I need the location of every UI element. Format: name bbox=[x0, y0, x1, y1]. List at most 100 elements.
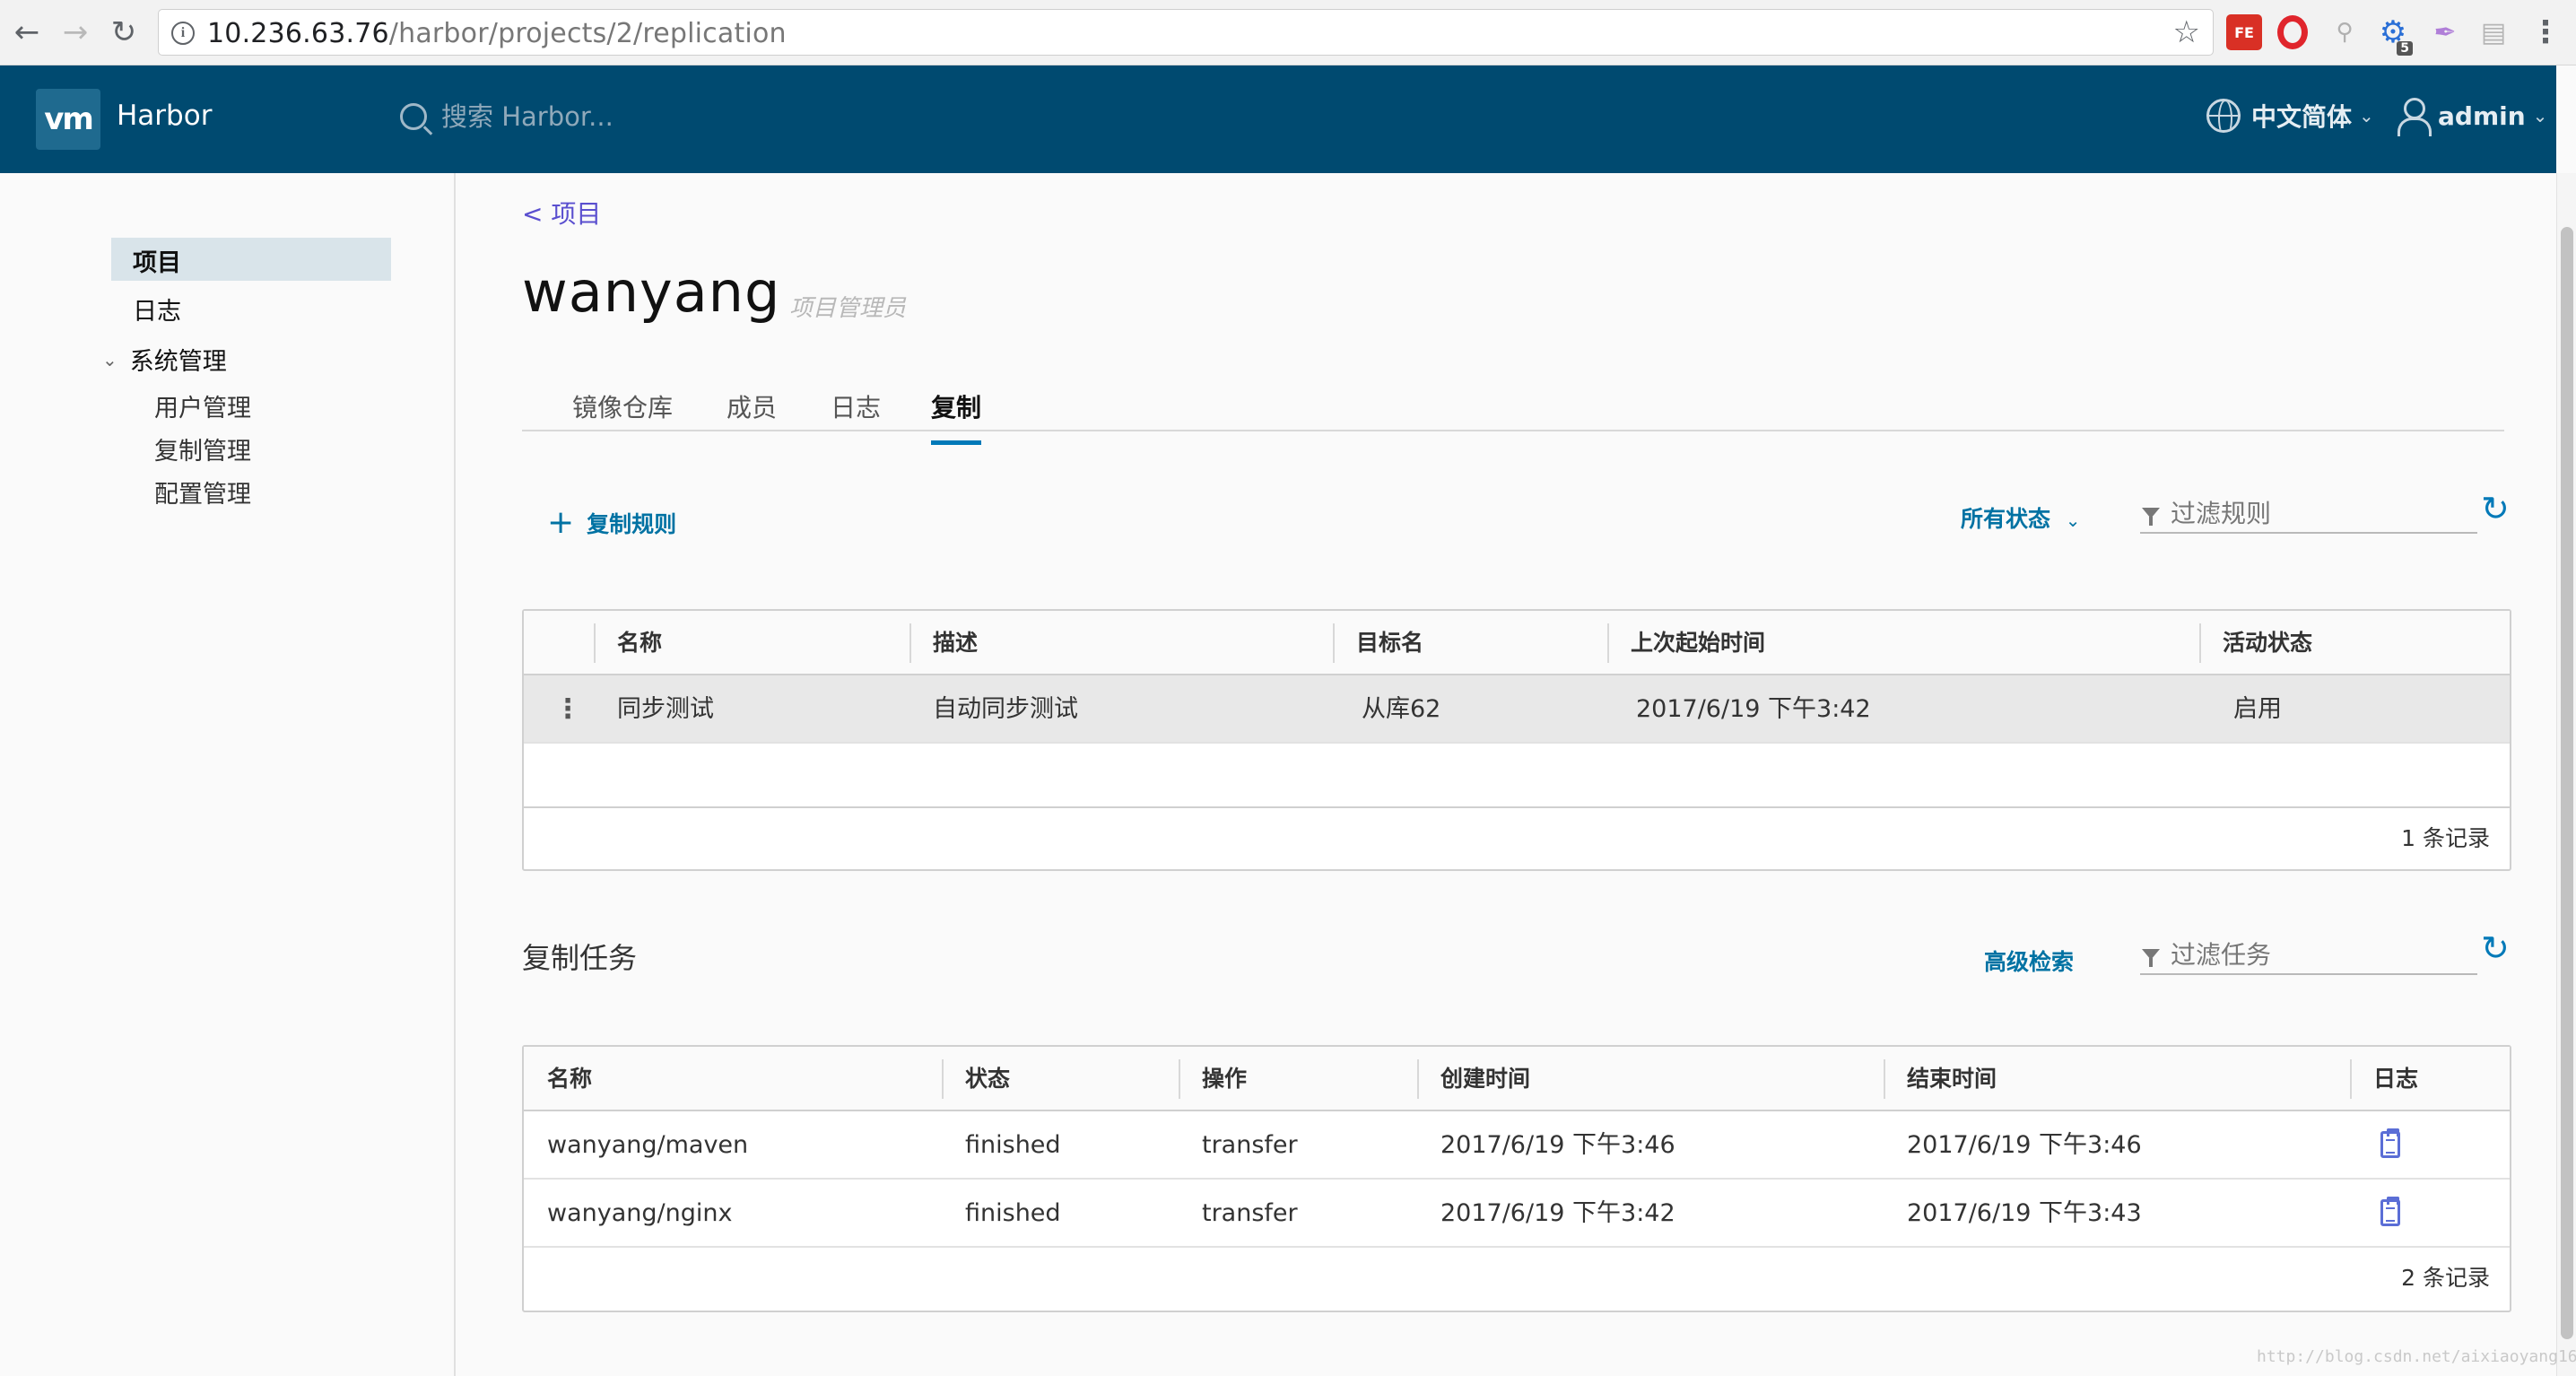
column-header-log[interactable]: 日志 bbox=[2373, 1047, 2418, 1111]
main-content: < 项目 wanyang 项目管理员 镜像仓库 成员 日志 复制 + 复制规则 … bbox=[457, 173, 2556, 1376]
search-icon bbox=[400, 103, 427, 130]
pen-extension-icon[interactable]: ✒ bbox=[2427, 14, 2463, 50]
panel-extension-icon[interactable]: ▤ bbox=[2476, 14, 2511, 50]
column-header-name[interactable]: 名称 bbox=[617, 611, 662, 675]
sidebar-item-projects[interactable]: 项目 bbox=[111, 238, 391, 281]
rule-target: 从库62 bbox=[1362, 695, 1441, 723]
browser-menu-icon[interactable]: ⋮ bbox=[2528, 14, 2563, 50]
gear-extension-icon[interactable]: ⚙ 5 bbox=[2375, 14, 2413, 56]
url-text[interactable]: 10.236.63.76/harbor/projects/2/replicati… bbox=[207, 18, 787, 49]
job-filter bbox=[2140, 936, 2477, 975]
back-arrow-icon[interactable]: ← bbox=[7, 13, 47, 52]
kebab-icon[interactable]: ⋮ bbox=[554, 675, 581, 744]
reload-icon[interactable]: ↻ bbox=[104, 13, 144, 52]
project-title: wanyang bbox=[522, 259, 781, 325]
filter-icon bbox=[2142, 949, 2160, 967]
job-end-time: 2017/6/19 下午3:43 bbox=[1907, 1199, 2142, 1227]
advanced-search-button[interactable]: 高级检索 bbox=[1984, 945, 2074, 977]
scrollbar-thumb[interactable] bbox=[2561, 227, 2573, 1339]
column-header-status[interactable]: 状态 bbox=[965, 1047, 1010, 1111]
sidebar-item-user-management[interactable]: 用户管理 bbox=[154, 388, 251, 423]
star-icon[interactable]: ☆ bbox=[2173, 14, 2200, 50]
column-header-target[interactable]: 目标名 bbox=[1356, 611, 1423, 675]
table-row[interactable]: wanyang/nginx finished transfer 2017/6/1… bbox=[524, 1180, 2510, 1248]
tab-repositories[interactable]: 镜像仓库 bbox=[572, 388, 673, 440]
column-header-status[interactable]: 活动状态 bbox=[2223, 611, 2312, 675]
forward-arrow-icon[interactable]: → bbox=[56, 13, 95, 52]
app-title[interactable]: Harbor bbox=[117, 100, 212, 132]
rule-filter bbox=[2140, 494, 2477, 534]
fe-extension-icon[interactable]: FE bbox=[2226, 14, 2262, 50]
rule-filter-input[interactable] bbox=[2171, 498, 2458, 528]
rule-last-start-time: 2017/6/19 下午3:42 bbox=[1636, 695, 1871, 723]
sidebar-item-configuration-management[interactable]: 配置管理 bbox=[154, 475, 251, 509]
replication-jobs-title: 复制任务 bbox=[522, 941, 638, 975]
job-end-time: 2017/6/19 下午3:46 bbox=[1907, 1131, 2142, 1159]
column-header-name[interactable]: 名称 bbox=[547, 1047, 592, 1111]
language-selector[interactable]: 中文简体 ⌄ bbox=[2206, 98, 2374, 134]
job-creation-time: 2017/6/19 下午3:42 bbox=[1440, 1199, 1675, 1227]
log-icon[interactable] bbox=[2380, 1197, 2400, 1226]
job-status: finished bbox=[965, 1131, 1061, 1159]
user-menu[interactable]: admin ⌄ bbox=[2397, 98, 2547, 136]
job-status: finished bbox=[965, 1199, 1061, 1227]
table-row[interactable]: wanyang/maven finished transfer 2017/6/1… bbox=[524, 1111, 2510, 1180]
column-separator bbox=[1179, 1059, 1180, 1099]
refresh-icon[interactable]: ↻ bbox=[2481, 928, 2510, 968]
refresh-icon[interactable]: ↻ bbox=[2481, 489, 2510, 528]
table-header: 名称 描述 目标名 上次起始时间 活动状态 bbox=[524, 611, 2510, 675]
global-search bbox=[400, 101, 890, 132]
project-role: 项目管理员 bbox=[789, 295, 907, 322]
add-replication-rule-button[interactable]: + 复制规则 bbox=[547, 507, 676, 539]
address-bar[interactable]: i 10.236.63.76/harbor/projects/2/replica… bbox=[158, 9, 2214, 56]
column-separator bbox=[2199, 623, 2201, 663]
info-icon[interactable]: i bbox=[171, 22, 195, 45]
job-name: wanyang/maven bbox=[547, 1131, 749, 1159]
sidebar: 项目 日志 ⌄ 系统管理 用户管理 复制管理 配置管理 bbox=[0, 173, 456, 1376]
column-separator bbox=[909, 623, 911, 663]
search-input[interactable] bbox=[441, 101, 890, 132]
chevron-down-icon: ⌄ bbox=[102, 348, 117, 370]
column-header-end-time[interactable]: 结束时间 bbox=[1907, 1047, 1997, 1111]
status-filter-dropdown[interactable]: 所有状态 ⌄ bbox=[1961, 501, 2081, 534]
vmware-logo[interactable]: vm bbox=[36, 89, 100, 150]
filter-icon bbox=[2142, 508, 2160, 526]
user-name: admin bbox=[2438, 100, 2526, 131]
opera-extension-icon[interactable] bbox=[2275, 14, 2311, 50]
tab-members[interactable]: 成员 bbox=[727, 388, 777, 440]
log-icon[interactable] bbox=[2380, 1128, 2400, 1158]
watermark: http://blog.csdn.net/aixiaoyang168 bbox=[2257, 1347, 2576, 1366]
replication-rules-table: 名称 描述 目标名 上次起始时间 活动状态 ⋮ 同步测试 自动同步测试 从库62… bbox=[522, 609, 2511, 871]
chevron-down-icon: ⌄ bbox=[2359, 105, 2374, 126]
page-scrollbar[interactable] bbox=[2556, 173, 2576, 1376]
sidebar-item-logs[interactable]: 日志 bbox=[133, 292, 181, 327]
extension-badge: 5 bbox=[2397, 41, 2413, 56]
globe-icon bbox=[2206, 99, 2241, 133]
sidebar-item-replication-management[interactable]: 复制管理 bbox=[154, 431, 251, 466]
job-operation: transfer bbox=[1202, 1131, 1298, 1159]
tab-logs[interactable]: 日志 bbox=[831, 388, 881, 440]
tab-replication[interactable]: 复制 bbox=[931, 388, 982, 445]
column-separator bbox=[1333, 623, 1335, 663]
column-header-creation-time[interactable]: 创建时间 bbox=[1440, 1047, 1530, 1111]
rules-record-count: 1 条记录 bbox=[524, 806, 2510, 869]
replication-jobs-table: 名称 状态 操作 创建时间 结束时间 日志 wanyang/maven fini… bbox=[522, 1045, 2511, 1312]
column-header-description[interactable]: 描述 bbox=[933, 611, 978, 675]
rule-name: 同步测试 bbox=[617, 695, 714, 723]
table-row[interactable]: ⋮ 同步测试 自动同步测试 从库62 2017/6/19 下午3:42 启用 bbox=[524, 675, 2510, 744]
chevron-down-icon: ⌄ bbox=[2065, 509, 2081, 531]
back-to-projects-link[interactable]: < 项目 bbox=[522, 195, 601, 231]
rule-status: 启用 bbox=[2233, 695, 2282, 723]
column-header-last-start-time[interactable]: 上次起始时间 bbox=[1631, 611, 1765, 675]
column-header-operation[interactable]: 操作 bbox=[1202, 1047, 1247, 1111]
column-separator bbox=[1607, 623, 1609, 663]
column-separator bbox=[1884, 1059, 1885, 1099]
rule-description: 自动同步测试 bbox=[933, 695, 1078, 723]
column-separator bbox=[2350, 1059, 2352, 1099]
sitemap-extension-icon[interactable]: ⚲ bbox=[2327, 14, 2363, 50]
sidebar-item-system-management[interactable]: ⌄ 系统管理 bbox=[102, 342, 227, 377]
column-separator bbox=[942, 1059, 944, 1099]
language-label: 中文简体 bbox=[2251, 102, 2353, 132]
job-operation: transfer bbox=[1202, 1199, 1298, 1227]
job-filter-input[interactable] bbox=[2171, 939, 2458, 970]
